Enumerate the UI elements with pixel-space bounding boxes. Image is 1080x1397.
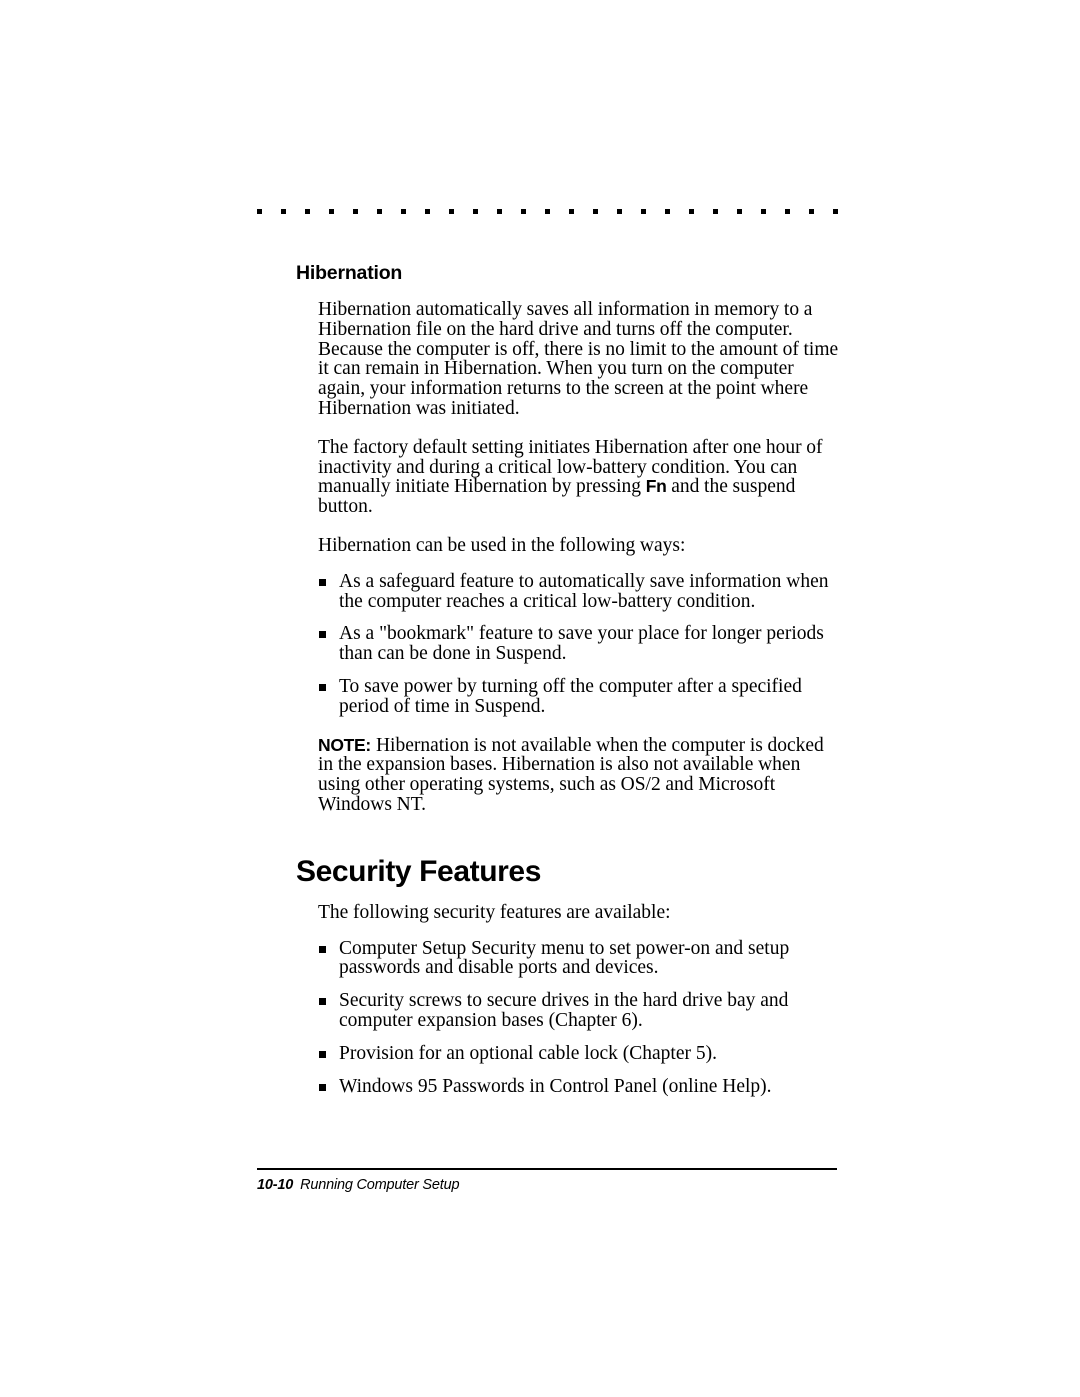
square-dot-icon	[329, 208, 334, 214]
square-bullet-icon	[319, 631, 326, 639]
section-heading-security-features: Security Features	[296, 854, 541, 888]
square-dot-icon	[521, 208, 526, 214]
square-bullet-icon	[319, 945, 326, 953]
paragraph-hibernation-ways-intro: Hibernation can be used in the following…	[318, 534, 686, 556]
square-dot-icon	[401, 208, 406, 214]
square-dot-icon	[785, 208, 790, 214]
list-item-text: Provision for an optional cable lock (Ch…	[339, 1042, 717, 1064]
note-label: NOTE:	[318, 734, 371, 755]
list-item-text: Security screws to secure drives in the …	[339, 990, 789, 1031]
list-item: As a safeguard feature to automatically …	[318, 570, 841, 612]
footer-line: 10-10 Running Computer Setup	[257, 1177, 837, 1193]
square-bullet-icon	[319, 683, 326, 691]
square-dot-icon	[473, 208, 478, 214]
square-dot-icon	[281, 208, 286, 214]
list-item: Provision for an optional cable lock (Ch…	[318, 1042, 841, 1064]
square-dot-icon	[737, 208, 742, 214]
footer-page-number: 10-10	[257, 1177, 294, 1193]
square-bullet-icon	[319, 1050, 326, 1058]
page-footer: 10-10 Running Computer Setup	[257, 1168, 837, 1193]
list-item-text: As a safeguard feature to automatically …	[339, 570, 829, 612]
square-dot-icon	[665, 208, 670, 214]
paragraph-hibernation-default: The factory default setting initiates Hi…	[318, 437, 841, 517]
list-item-text: Computer Setup Security menu to set powe…	[339, 937, 790, 979]
section-heading-hibernation: Hibernation	[296, 262, 403, 284]
note-text: Hibernation is not available when the co…	[318, 734, 824, 815]
square-dot-icon	[353, 208, 358, 214]
square-dot-icon	[593, 208, 598, 214]
page-content: Hibernation Hibernation automatically sa…	[296, 262, 841, 1109]
list-item-text: Windows 95 Passwords in Control Panel (o…	[339, 1075, 772, 1097]
security-bullet-list: Computer Setup Security menu to set powe…	[318, 937, 841, 1097]
square-dot-icon	[377, 208, 382, 214]
square-dot-icon	[449, 208, 454, 214]
footer-rule	[257, 1168, 837, 1170]
square-dot-icon	[689, 208, 694, 214]
note-block: NOTE: Hibernation is not available when t…	[318, 734, 841, 815]
square-dot-icon	[761, 208, 766, 214]
footer-running-title: Running Computer Setup	[300, 1177, 460, 1193]
square-dot-icon	[545, 208, 550, 214]
hibernation-bullet-list: As a safeguard feature to automatically …	[318, 570, 841, 717]
square-bullet-icon	[319, 1083, 326, 1091]
dotted-rule-decoration	[257, 208, 839, 214]
list-item: To save power by turning off the compute…	[318, 677, 841, 717]
document-page: Hibernation Hibernation automatically sa…	[0, 0, 1080, 1397]
hibernation-body: Hibernation automatically saves all info…	[318, 300, 841, 815]
square-dot-icon	[641, 208, 646, 214]
square-dot-icon	[809, 208, 814, 214]
list-item: As a "bookmark" feature to save your pla…	[318, 624, 841, 664]
security-features-body: The following security features are avai…	[318, 901, 841, 1097]
list-item: Computer Setup Security menu to set powe…	[318, 937, 841, 979]
list-item: Security screws to secure drives in the …	[318, 991, 841, 1031]
square-dot-icon	[257, 208, 262, 214]
square-dot-icon	[425, 208, 430, 214]
square-dot-icon	[497, 208, 502, 214]
keycap-fn: Fn	[645, 476, 667, 497]
list-item-text: To save power by turning off the compute…	[339, 675, 802, 717]
square-bullet-icon	[319, 998, 326, 1006]
square-dot-icon	[713, 208, 718, 214]
square-dot-icon	[569, 208, 574, 214]
square-bullet-icon	[319, 578, 326, 586]
square-dot-icon	[617, 208, 622, 214]
square-dot-icon	[833, 208, 838, 214]
list-item-text: As a "bookmark" feature to save your pla…	[339, 623, 824, 665]
list-item: Windows 95 Passwords in Control Panel (o…	[318, 1075, 841, 1097]
paragraph-security-intro: The following security features are avai…	[318, 901, 671, 923]
square-dot-icon	[305, 208, 310, 214]
paragraph-hibernation-overview: Hibernation automatically saves all info…	[318, 299, 839, 419]
